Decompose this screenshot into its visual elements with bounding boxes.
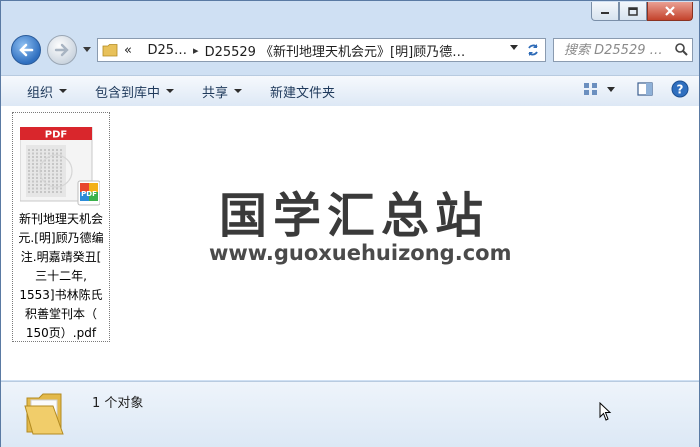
- breadcrumb-segment[interactable]: D25…: [147, 43, 187, 58]
- recent-pages-button[interactable]: [81, 42, 93, 56]
- close-button[interactable]: [647, 2, 693, 21]
- breadcrumb-segment[interactable]: D25529 《新刊地理天机会元》[明]顾乃德…: [205, 41, 466, 60]
- chevron-down-icon: [166, 89, 175, 93]
- file-name-line: 三十二年,: [35, 269, 87, 283]
- pdf-file-icon: PDF PDF: [20, 127, 100, 206]
- svg-text:?: ?: [677, 83, 684, 97]
- new-folder-button[interactable]: 新建文件夹: [270, 82, 335, 101]
- file-name-label: 新刊地理天机会 元.[明]顾乃德编 注.明嘉靖癸丑[ 三十二年, 1553]书林…: [13, 210, 109, 343]
- preview-pane-icon: [637, 82, 653, 96]
- pdf-type-badge: PDF: [45, 130, 67, 141]
- address-dropdown-icon[interactable]: [510, 45, 518, 50]
- details-pane: 1 个对象: [1, 381, 699, 447]
- share-menu[interactable]: 共享: [202, 82, 243, 101]
- preview-pane-button[interactable]: [637, 82, 653, 96]
- pdf-app-badge: PDF: [81, 190, 97, 198]
- close-icon: [665, 6, 675, 16]
- watermark-url: www.guoxuehuizong.com: [209, 241, 512, 265]
- new-folder-label: 新建文件夹: [270, 85, 336, 101]
- forward-arrow-icon: [54, 43, 69, 57]
- mouse-pointer-icon: [599, 402, 612, 421]
- forward-button[interactable]: [47, 35, 77, 65]
- file-name-line: 150页）.pdf: [25, 326, 97, 340]
- navigation-bar: « D25… ▸ D25529 《新刊地理天机会元》[明]顾乃德…: [1, 29, 699, 69]
- change-view-button[interactable]: [583, 82, 599, 96]
- chevron-down-icon: [234, 89, 243, 93]
- help-button[interactable]: ?: [671, 80, 689, 98]
- share-label: 共享: [202, 85, 229, 101]
- folder-icon: [102, 44, 118, 57]
- folder-icon: [24, 393, 64, 435]
- search-icon[interactable]: [674, 42, 688, 56]
- watermark-title: 国学汇总站: [219, 188, 490, 244]
- file-name-line: 新刊地理天机会: [18, 212, 103, 226]
- minimize-icon: [601, 12, 609, 14]
- file-name-line: 1553]书林陈氏: [19, 288, 103, 302]
- maximize-icon: [628, 6, 638, 16]
- file-item-pdf[interactable]: PDF PDF 新刊地理天机会 元.[明]顾乃德编 注.明嘉靖癸丑[ 三十二年,…: [12, 112, 110, 342]
- file-name-line: 积善堂刊本（: [24, 307, 97, 321]
- breadcrumb-spacer: [138, 44, 142, 57]
- address-bar[interactable]: « D25… ▸ D25529 《新刊地理天机会元》[明]顾乃德…: [97, 38, 523, 62]
- file-name-line: 元.[明]顾乃德编: [18, 231, 104, 245]
- help-icon: ?: [671, 80, 689, 98]
- item-count-text: 1 个对象: [92, 396, 144, 411]
- breadcrumb-separator-icon[interactable]: ▸: [193, 44, 199, 57]
- chevron-down-icon: [83, 46, 91, 52]
- refresh-icon: [528, 44, 538, 56]
- search-box: [553, 38, 693, 62]
- command-bar: 组织 包含到库中 共享 新建文件夹 ?: [1, 75, 699, 107]
- breadcrumb-overflow[interactable]: «: [124, 43, 132, 58]
- refresh-button[interactable]: [521, 38, 546, 62]
- organize-menu[interactable]: 组织: [27, 82, 68, 101]
- search-input[interactable]: [562, 41, 678, 59]
- chevron-down-icon: [607, 86, 615, 92]
- include-in-library-menu[interactable]: 包含到库中: [95, 82, 175, 101]
- chevron-down-icon: [59, 89, 68, 93]
- explorer-window: « D25… ▸ D25529 《新刊地理天机会元》[明]顾乃德… 组织 包含到…: [0, 0, 700, 447]
- organize-label: 组织: [27, 85, 54, 101]
- include-in-library-label: 包含到库中: [95, 85, 161, 101]
- minimize-button[interactable]: [591, 2, 619, 21]
- file-name-line: 注.明嘉靖癸丑[: [20, 250, 102, 264]
- back-button[interactable]: [11, 35, 41, 65]
- maximize-button[interactable]: [619, 2, 647, 21]
- view-options-icon: [584, 83, 597, 95]
- file-list-area[interactable]: PDF PDF 新刊地理天机会 元.[明]顾乃德编 注.明嘉靖癸丑[ 三十二年,…: [1, 106, 699, 380]
- view-dropdown-button[interactable]: [607, 86, 615, 92]
- back-arrow-icon: [19, 43, 34, 57]
- breadcrumb: « D25… ▸ D25529 《新刊地理天机会元》[明]顾乃德…: [124, 41, 465, 60]
- view-controls: ?: [569, 80, 689, 98]
- caption-buttons: [591, 2, 693, 21]
